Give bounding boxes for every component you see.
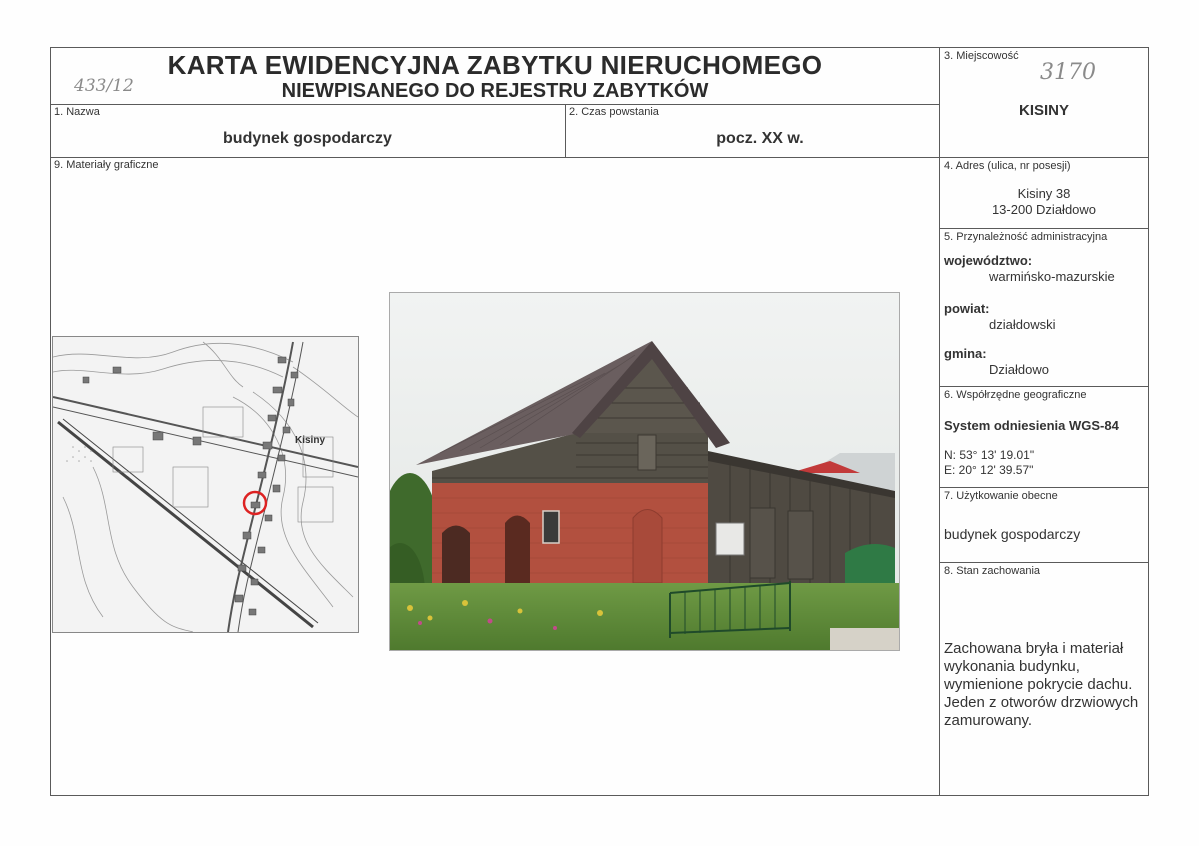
coordinates-label: 6. Współrzędne geograficzne <box>944 389 1087 401</box>
divider-name <box>50 157 940 158</box>
usage-value: budynek gospodarczy <box>944 526 1081 542</box>
locality-label: 3. Miejscowość <box>944 50 1019 62</box>
frame-bottom <box>50 795 1149 796</box>
latitude: N: 53° 13' 19.01" <box>944 448 1035 462</box>
address-line2: 13-200 Działdowo <box>991 202 1097 217</box>
county-value: działdowski <box>989 317 1056 332</box>
voivodeship-label: województwo: <box>944 253 1033 268</box>
frame-top <box>50 47 1149 48</box>
name-value: budynek gospodarczy <box>223 130 392 147</box>
commune-value: Działdowo <box>989 362 1049 377</box>
frame-right <box>1148 47 1149 796</box>
divider-r2 <box>939 228 1149 229</box>
location-map: Kisiny <box>52 336 359 633</box>
locality-value: KISINY <box>1018 102 1069 119</box>
frame-left <box>50 47 51 796</box>
address-line1: Kisiny 38 <box>1017 186 1071 201</box>
column-divider <box>939 47 940 796</box>
map-drawing: Kisiny <box>53 337 358 632</box>
divider-r5 <box>939 562 1149 563</box>
divider-name-time <box>565 104 566 158</box>
address-label: 4. Adres (ulica, nr posesji) <box>944 160 1071 172</box>
coordinate-system: System odniesienia WGS-84 <box>944 418 1119 433</box>
longitude: E: 20° 12' 39.57" <box>944 463 1034 477</box>
time-value: pocz. XX w. <box>716 130 804 147</box>
voivodeship-value: warmińsko-mazurskie <box>989 269 1115 284</box>
card-subtitle: NIEWPISANEGO DO REJESTRU ZABYTKÓW <box>281 80 709 102</box>
condition-value: Zachowana bryła i materiał wykonania bud… <box>944 640 1139 729</box>
handwritten-number-right: 3170 <box>1040 60 1096 85</box>
divider-r1 <box>939 157 1149 158</box>
condition-label: 8. Stan zachowania <box>944 565 1041 577</box>
time-label: 2. Czas powstania <box>569 106 659 118</box>
county-label: powiat: <box>944 301 990 316</box>
divider-r4 <box>939 487 1149 488</box>
handwritten-number-left: 433/12 <box>74 76 134 96</box>
building-photo <box>389 292 900 651</box>
divider-title <box>50 104 940 105</box>
divider-r3 <box>939 386 1149 387</box>
usage-label: 7. Użytkowanie obecne <box>944 490 1058 502</box>
name-label: 1. Nazwa <box>54 106 100 118</box>
record-card: KARTA EWIDENCYJNA ZABYTKU NIERUCHOMEGO N… <box>0 0 1199 846</box>
card-title: KARTA EWIDENCYJNA ZABYTKU NIERUCHOMEGO <box>167 50 823 80</box>
admin-label: 5. Przynależność administracyjna <box>944 231 1108 243</box>
map-place-label: Kisiny <box>295 435 325 446</box>
commune-label: gmina: <box>944 346 987 361</box>
photo-drawing <box>390 293 899 650</box>
graphics-label: 9. Materiały graficzne <box>54 159 159 171</box>
